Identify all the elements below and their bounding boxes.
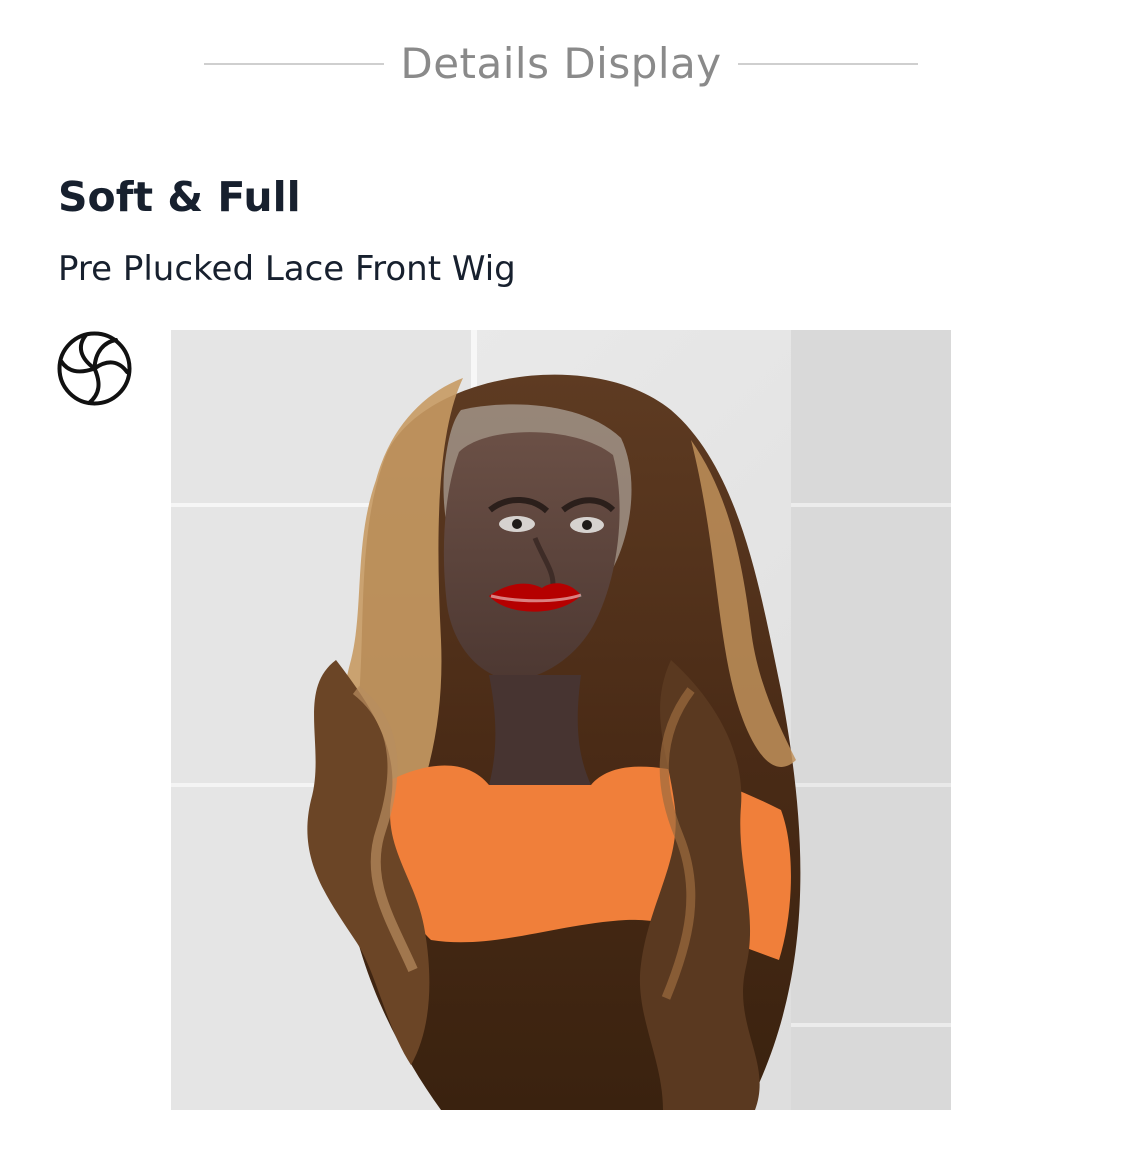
right-divider [738, 63, 918, 65]
product-image [171, 330, 951, 1110]
feature-subtitle: Pre Plucked Lace Front Wig [58, 249, 516, 289]
left-divider [204, 63, 384, 65]
section-header: Details Display [0, 30, 1125, 100]
aperture-icon [56, 330, 133, 407]
feature-title: Soft & Full [58, 173, 301, 221]
section-title: Details Display [400, 39, 722, 88]
